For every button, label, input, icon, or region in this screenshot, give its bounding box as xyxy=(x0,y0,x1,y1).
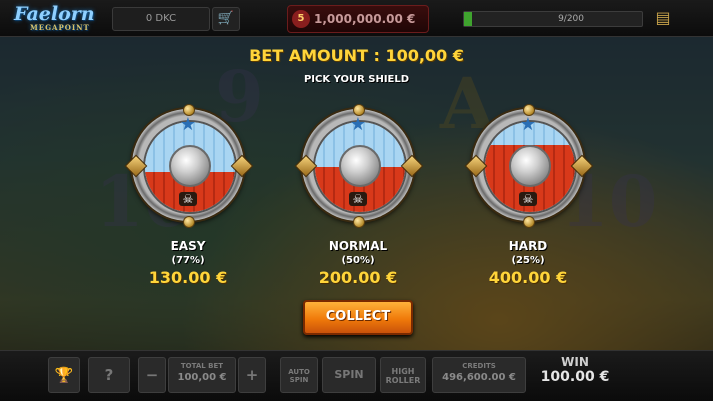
trophy-button[interactable]: 🏆 xyxy=(48,357,80,393)
trophy-icon: 🏆 xyxy=(54,366,74,384)
total-bet-display: TOTAL BET 100,00 € xyxy=(168,357,236,393)
logo-subtitle: MEGAPOINT xyxy=(30,23,90,32)
credits-caption: CREDITS xyxy=(462,362,496,370)
shield-hard[interactable]: ★ ☠ xyxy=(464,102,594,228)
logo-text: Faelorn xyxy=(14,3,95,25)
shield-stud xyxy=(523,104,535,116)
shop-cart-button[interactable]: 🛒 xyxy=(212,7,240,31)
bet-increase-button[interactable]: + xyxy=(238,357,266,393)
jackpot-display: 5 1,000,000.00 € xyxy=(287,5,429,33)
map-icon[interactable]: ▤ xyxy=(651,8,675,28)
spin-label: SPIN xyxy=(334,368,364,381)
option-level-easy: EASY xyxy=(170,239,206,253)
shield-boss xyxy=(509,145,551,187)
credits-display: CREDITS 496,600.00 € xyxy=(432,357,526,393)
bottom-bar: 🏆 ? − TOTAL BET 100,00 € + AUTO SPIN SPI… xyxy=(0,350,713,401)
spin-button[interactable]: SPIN xyxy=(322,357,376,393)
collect-button[interactable]: COLLECT xyxy=(303,300,413,335)
level-progress-fill xyxy=(464,12,472,26)
shield-stud xyxy=(183,104,195,116)
win-caption: WIN xyxy=(561,355,589,369)
option-level-normal: NORMAL xyxy=(328,239,388,253)
shield-stud xyxy=(353,104,365,116)
auto-spin-button[interactable]: AUTO SPIN xyxy=(280,357,318,393)
star-icon: ★ xyxy=(349,114,367,135)
option-level-hard: HARD xyxy=(508,239,548,253)
jackpot-amount: 1,000,000.00 € xyxy=(314,12,416,26)
option-chance-easy: (77%) xyxy=(171,255,205,266)
plus-icon: + xyxy=(245,366,259,384)
bet-amount-title: BET AMOUNT : 100,00 € xyxy=(249,46,464,65)
shield-stud xyxy=(523,216,535,228)
auto-spin-label: AUTO SPIN xyxy=(288,368,310,384)
total-bet-caption: TOTAL BET xyxy=(180,362,224,370)
option-chance-hard: (25%) xyxy=(511,255,545,266)
high-roller-label: HIGH ROLLER xyxy=(385,367,421,385)
level-progress-bar: 9/200 xyxy=(463,11,643,27)
skull-icon: ☠ xyxy=(519,192,537,206)
info-icon: ? xyxy=(104,366,114,384)
shield-stud xyxy=(353,216,365,228)
star-icon: ★ xyxy=(519,114,537,135)
shield-stud xyxy=(183,216,195,228)
shield-easy[interactable]: ★ ☠ xyxy=(124,102,254,228)
skull-icon: ☠ xyxy=(349,192,367,206)
win-display: WIN 100.00 € xyxy=(530,353,620,397)
shield-boss xyxy=(169,145,211,187)
total-bet-value: 100,00 € xyxy=(177,372,227,383)
jackpot-badge: 5 xyxy=(292,10,310,28)
info-button[interactable]: ? xyxy=(88,357,130,393)
shield-boss xyxy=(339,145,381,187)
level-progress-text: 9/200 xyxy=(558,14,584,24)
option-prize-easy: 130.00 € xyxy=(148,268,228,287)
currency-balance: 0 DKC xyxy=(112,7,210,31)
pick-shield-prompt: PICK YOUR SHIELD xyxy=(303,74,410,85)
win-value: 100.00 € xyxy=(540,369,610,385)
top-bar: Faelorn MEGAPOINT 0 DKC 🛒 5 1,000,000.00… xyxy=(0,0,713,37)
high-roller-button[interactable]: HIGH ROLLER xyxy=(380,357,426,393)
bet-decrease-button[interactable]: − xyxy=(138,357,166,393)
game-logo: Faelorn MEGAPOINT xyxy=(14,3,104,35)
option-prize-normal: 200.00 € xyxy=(318,268,398,287)
credits-value: 496,600.00 € xyxy=(442,372,516,383)
option-chance-normal: (50%) xyxy=(341,255,375,266)
skull-icon: ☠ xyxy=(179,192,197,206)
option-prize-hard: 400.00 € xyxy=(488,268,568,287)
star-icon: ★ xyxy=(179,114,197,135)
shield-normal[interactable]: ★ ☠ xyxy=(294,102,424,228)
minus-icon: − xyxy=(145,366,159,384)
cart-icon: 🛒 xyxy=(217,11,235,26)
